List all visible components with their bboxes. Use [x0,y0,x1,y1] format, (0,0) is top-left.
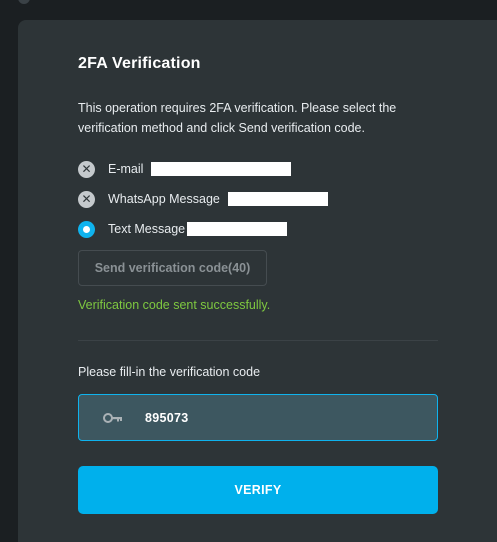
x-icon[interactable]: ✕ [78,190,95,208]
method-option-email[interactable]: ✕ E-mail [78,160,292,178]
partial-element-indicator [18,0,30,4]
x-icon[interactable]: ✕ [78,160,95,178]
method-option-whatsapp[interactable]: ✕ WhatsApp Message [78,190,328,208]
redacted-contact-text [187,222,288,236]
method-label-whatsapp: WhatsApp Message [108,192,220,206]
radio-selected-icon[interactable] [78,220,95,238]
dialog-title: 2FA Verification [78,55,201,72]
method-option-text[interactable]: Text Message [78,220,288,238]
key-icon [103,412,122,423]
code-field-label: Please fill-in the verification code [78,365,261,379]
method-label-text: Text Message [108,222,186,236]
verify-button[interactable]: VERIFY [78,466,438,514]
send-verification-code-button[interactable]: Send verification code(40) [78,250,267,286]
verification-dialog: 2FA Verification This operation requires… [18,20,497,542]
redacted-contact-email [151,162,292,176]
method-label-email: E-mail [108,162,144,176]
verification-code-input[interactable]: 895073 [78,394,438,441]
dialog-description: This operation requires 2FA verification… [78,101,397,135]
status-message: Verification code sent successfully. [78,298,271,312]
verification-code-value[interactable]: 895073 [145,411,189,425]
divider [78,340,438,341]
redacted-contact-whatsapp [227,192,328,206]
